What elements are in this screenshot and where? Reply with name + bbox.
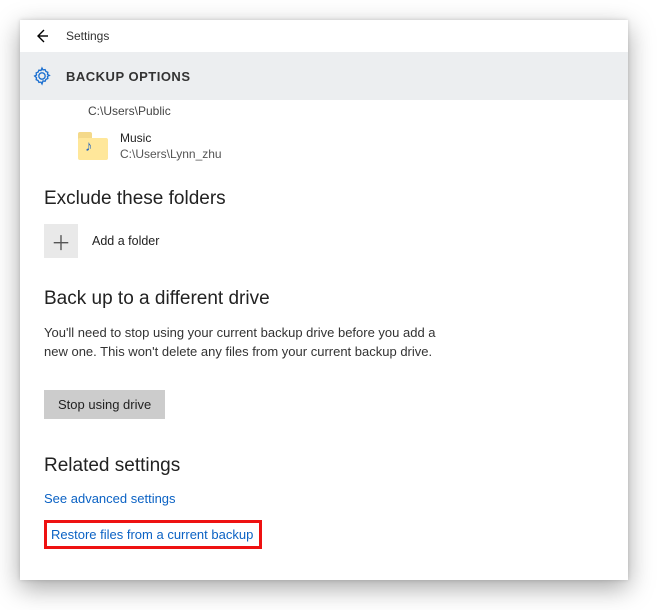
advanced-settings-link[interactable]: See advanced settings <box>44 491 176 506</box>
folder-name: Music <box>120 130 222 146</box>
folder-path: C:\Users\Lynn_zhu <box>120 146 222 162</box>
settings-window: Settings BACKUP OPTIONS C:\Users\Public … <box>20 20 628 580</box>
add-folder-row[interactable]: ＋ Add a folder <box>44 224 604 258</box>
different-drive-description: You'll need to stop using your current b… <box>44 324 444 362</box>
page-header: BACKUP OPTIONS <box>20 52 628 100</box>
app-title: Settings <box>66 29 109 43</box>
different-drive-heading: Back up to a different drive <box>44 288 604 310</box>
music-folder-icon: ♪ <box>78 132 108 160</box>
previous-folder-path: C:\Users\Public <box>88 104 604 118</box>
stop-using-drive-button[interactable]: Stop using drive <box>44 390 165 419</box>
add-folder-label: Add a folder <box>92 234 159 248</box>
content-area: C:\Users\Public ♪ Music C:\Users\Lynn_zh… <box>20 100 628 569</box>
titlebar: Settings <box>20 20 628 52</box>
related-settings-heading: Related settings <box>44 455 604 477</box>
arrow-left-icon <box>34 28 50 44</box>
highlight-annotation: Restore files from a current backup <box>44 520 262 549</box>
gear-icon <box>32 66 52 86</box>
page-title: BACKUP OPTIONS <box>66 69 191 84</box>
folder-item-music[interactable]: ♪ Music C:\Users\Lynn_zhu <box>78 130 604 162</box>
back-button[interactable] <box>28 22 56 50</box>
plus-icon: ＋ <box>44 224 78 258</box>
restore-files-link[interactable]: Restore files from a current backup <box>51 527 253 542</box>
folder-item-text: Music C:\Users\Lynn_zhu <box>120 130 222 162</box>
exclude-folders-heading: Exclude these folders <box>44 188 604 210</box>
